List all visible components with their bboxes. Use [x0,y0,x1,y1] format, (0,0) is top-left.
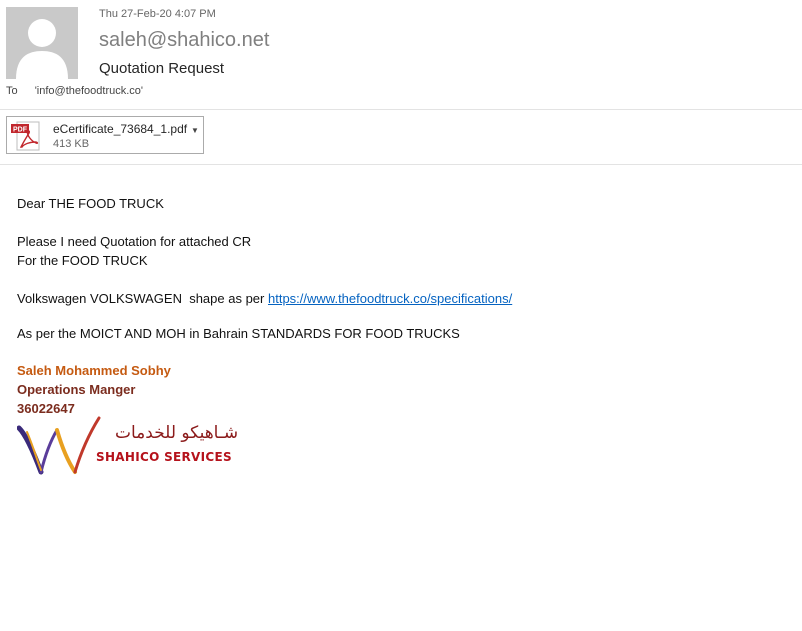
to-label: To [6,85,18,97]
pdf-file-icon: PDF [11,121,40,151]
company-logo: شـاهيكو للخدمات SHAHICO SERVICES [17,416,238,478]
attachment-size: 413 KB [53,138,90,150]
message-subject: Quotation Request [99,60,225,77]
body-line-2: For the FOOD TRUCK [17,253,148,268]
attachment-dropdown-icon[interactable]: ▼ [191,126,199,135]
sent-date: Thu 27-Feb-20 4:07 PM [99,8,216,20]
body-line-3: Volkswagen VOLKSWAGEN shape as per https… [17,291,512,306]
specifications-link[interactable]: https://www.thefoodtruck.co/specificatio… [268,291,512,306]
body-line-1: Please I need Quotation for attached CR [17,234,252,249]
attachment-name: eCertificate_73684_1.pdf [53,122,188,136]
body-line-3-text: Volkswagen VOLKSWAGEN shape as per [17,291,268,306]
pdf-badge-text: PDF [13,127,28,134]
person-icon [6,7,78,79]
sender-address[interactable]: saleh@shahico.net [99,29,269,52]
logo-arabic-text: شـاهيكو للخدمات [115,423,239,443]
attachment-divider [0,164,802,165]
logo-english-text: SHAHICO SERVICES [96,450,232,464]
to-recipient[interactable]: 'info@thefoodtruck.co' [35,85,143,97]
greeting-line: Dear THE FOOD TRUCK [17,196,164,211]
sender-avatar[interactable] [6,7,78,79]
attachment-card[interactable]: PDF eCertificate_73684_1.pdf 413 KB ▼ [6,116,204,154]
body-line-4: As per the MOICT AND MOH in Bahrain STAN… [17,326,460,341]
signature-title: Operations Manger [17,382,136,397]
header-divider [0,109,802,110]
signature-name: Saleh Mohammed Sobhy [17,363,171,378]
signature-phone: 36022647 [17,401,75,416]
logo-mark-icon [17,416,101,475]
recipients-row: To 'info@thefoodtruck.co' [6,85,143,97]
